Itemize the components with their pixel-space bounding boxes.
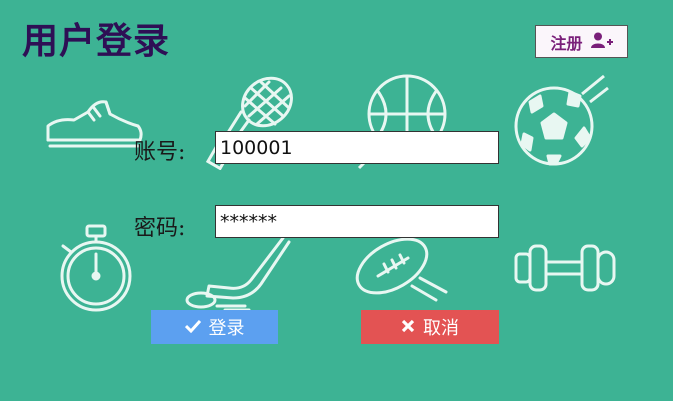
cancel-label: 取消 (423, 318, 459, 339)
stopwatch-icon (55, 224, 139, 314)
add-user-icon (590, 32, 613, 52)
cancel-button[interactable]: 取消 (361, 310, 499, 344)
password-label: 密码: (134, 216, 186, 241)
login-label: 登录 (208, 318, 245, 339)
close-icon (401, 317, 415, 338)
hockey-stick-icon (185, 236, 295, 312)
football-icon (350, 230, 450, 310)
page-title: 用户登录 (22, 20, 171, 62)
register-button[interactable]: 注册 (535, 25, 628, 58)
register-label: 注册 (550, 33, 583, 53)
soccer-ball-icon (510, 72, 610, 172)
password-input[interactable] (215, 205, 499, 238)
sneaker-icon (44, 96, 144, 152)
login-button[interactable]: 登录 (151, 310, 278, 344)
account-input[interactable] (215, 131, 499, 164)
dumbbell-icon (514, 240, 618, 296)
check-icon (184, 317, 201, 338)
account-label: 账号: (134, 140, 186, 165)
